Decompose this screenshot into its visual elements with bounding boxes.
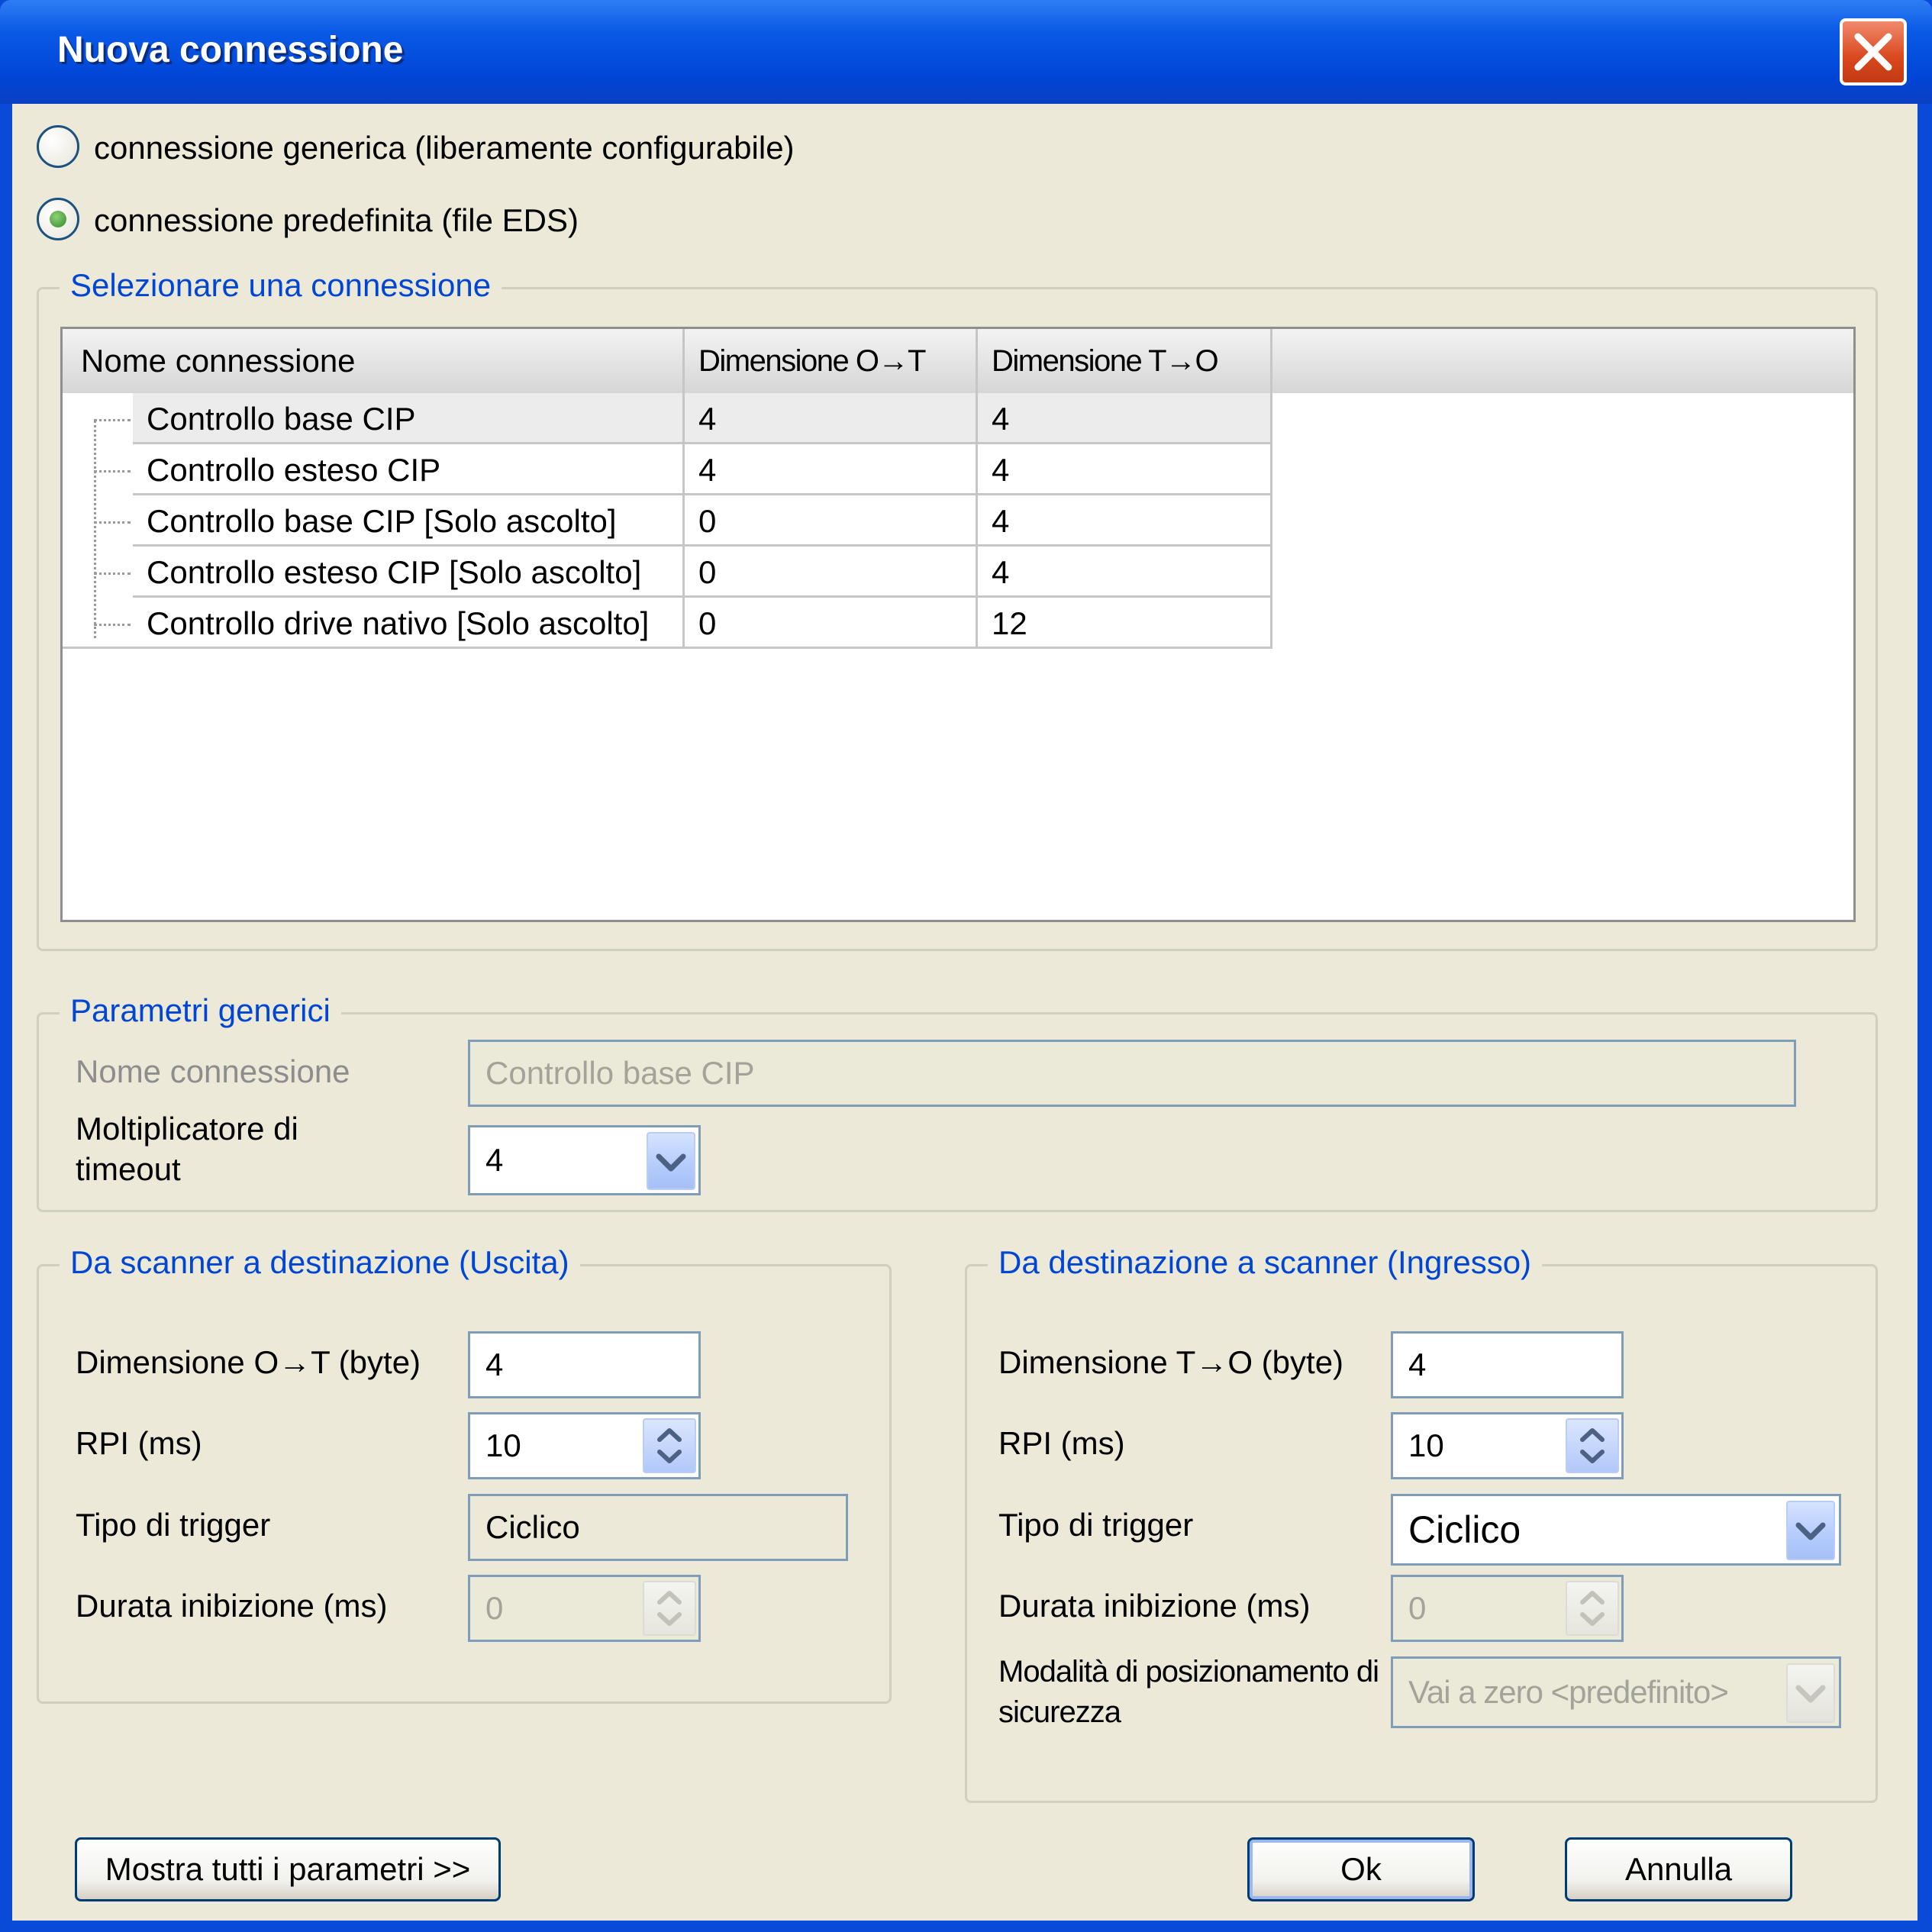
ot-size-cell: 0 — [685, 495, 978, 547]
output-rpi-spinner[interactable]: 10 — [468, 1412, 701, 1479]
output-rpi-spin-buttons[interactable] — [643, 1418, 696, 1473]
tree-branch — [94, 521, 131, 524]
input-inhibit-value: 0 — [1408, 1590, 1427, 1626]
connection-list[interactable]: Nome connessione Dimensione O→T (byte) D… — [60, 327, 1856, 922]
timeout-multiplier-select[interactable]: 4 — [468, 1125, 701, 1195]
spinner-arrows-icon — [1580, 1591, 1605, 1626]
show-all-parameters-button[interactable]: Mostra tutti i parametri >> — [75, 1837, 501, 1901]
fault-mode-value: Vai a zero <predefinito> — [1408, 1674, 1729, 1710]
radio-selected-dot — [50, 211, 66, 227]
to-size-field[interactable]: 4 — [1391, 1331, 1624, 1398]
tree-branch — [94, 419, 131, 421]
ot-size-cell: 0 — [685, 598, 978, 649]
trigger-dropdown-button[interactable] — [1786, 1501, 1835, 1560]
timeout-multiplier-label: Moltiplicatore di timeout — [76, 1111, 298, 1187]
connection-name-cell: Controllo esteso CIP — [133, 444, 685, 495]
connection-name-cell: Controllo drive nativo [Solo ascolto] — [133, 598, 685, 649]
tree-branch — [94, 470, 131, 473]
tree-branch — [94, 573, 131, 575]
output-inhibit-spinner: 0 — [468, 1575, 701, 1642]
output-inhibit-label: Durata inibizione (ms) — [76, 1588, 388, 1624]
output-inhibit-value: 0 — [485, 1590, 504, 1626]
input-rpi-spinner[interactable]: 10 — [1391, 1412, 1624, 1479]
spinner-arrows-icon — [657, 1428, 682, 1463]
to-size-cell: 4 — [978, 495, 1272, 547]
close-button[interactable] — [1840, 18, 1907, 85]
input-group-title: Da destinazione a scanner (Ingresso) — [988, 1244, 1543, 1281]
window-title: Nuova connessione — [57, 30, 404, 70]
input-rpi-spin-buttons[interactable] — [1566, 1418, 1619, 1473]
connection-name-label: Nome connessione — [76, 1053, 350, 1089]
column-header-name[interactable]: Nome connessione — [63, 329, 685, 393]
ot-size-field[interactable]: 4 — [468, 1331, 701, 1398]
ok-button[interactable]: Ok — [1247, 1837, 1475, 1901]
ot-size-cell: 0 — [685, 547, 978, 598]
connection-name-cell: Controllo base CIP — [133, 393, 685, 444]
input-trigger-value: Ciclico — [1408, 1508, 1521, 1551]
input-rpi-label: RPI (ms) — [998, 1425, 1125, 1461]
timeout-multiplier-value: 4 — [485, 1142, 504, 1178]
chevron-down-icon — [1795, 1685, 1826, 1703]
timeout-dropdown-button[interactable] — [647, 1132, 695, 1190]
generic-params-group-title: Parametri generici — [60, 992, 341, 1029]
fault-mode-label: Modalità di posizionamento di sicurezza — [998, 1655, 1379, 1729]
input-inhibit-label: Durata inibizione (ms) — [998, 1588, 1311, 1624]
column-header-ot-size[interactable]: Dimensione O→T (byte) — [685, 329, 978, 442]
to-size-label: Dimensione T→O (byte) — [998, 1344, 1344, 1380]
chevron-down-icon — [656, 1153, 686, 1172]
table-row[interactable]: Controllo esteso CIP 4 4 — [63, 444, 1272, 495]
input-trigger-label: Tipo di trigger — [998, 1507, 1194, 1543]
table-row[interactable]: Controllo base CIP 4 4 — [63, 393, 1272, 444]
connection-name-field: Controllo base CIP — [468, 1040, 1796, 1107]
fault-mode-select: Vai a zero <predefinito> — [1391, 1656, 1841, 1728]
output-rpi-value: 10 — [485, 1427, 521, 1463]
column-header-to-size[interactable]: Dimensione T→O (byte) — [978, 329, 1272, 442]
output-trigger-field: Ciclico — [468, 1494, 848, 1561]
cancel-button[interactable]: Annulla — [1565, 1837, 1792, 1901]
to-size-cell: 4 — [978, 393, 1272, 444]
generic-connection-label[interactable]: connessione generica (liberamente config… — [94, 130, 795, 166]
output-trigger-label: Tipo di trigger — [76, 1507, 271, 1543]
input-rpi-value: 10 — [1408, 1427, 1444, 1463]
output-inhibit-spin-buttons — [643, 1581, 696, 1636]
dialog-body: connessione generica (liberamente config… — [12, 104, 1917, 1921]
to-size-cell: 12 — [978, 598, 1272, 649]
connection-name-cell: Controllo base CIP [Solo ascolto] — [133, 495, 685, 547]
chevron-down-icon — [1795, 1522, 1826, 1540]
close-icon — [1854, 33, 1892, 71]
table-row[interactable]: Controllo esteso CIP [Solo ascolto] 0 4 — [63, 547, 1272, 598]
select-connection-group-title: Selezionare una connessione — [60, 267, 502, 304]
predefined-connection-radio[interactable] — [37, 198, 79, 240]
output-group — [37, 1264, 892, 1704]
table-row[interactable]: Controllo base CIP [Solo ascolto] 0 4 — [63, 495, 1272, 547]
generic-connection-radio[interactable] — [37, 125, 79, 168]
spinner-arrows-icon — [657, 1591, 682, 1626]
ot-size-cell: 4 — [685, 393, 978, 444]
dialog-window: Nuova connessione connessione generica (… — [0, 0, 1932, 1932]
spinner-arrows-icon — [1580, 1428, 1605, 1463]
fault-mode-dropdown-button — [1786, 1663, 1835, 1723]
list-header: Nome connessione Dimensione O→T (byte) D… — [63, 329, 1853, 442]
title-bar[interactable]: Nuova connessione — [0, 0, 1932, 104]
to-size-cell: 4 — [978, 547, 1272, 598]
input-inhibit-spin-buttons — [1566, 1581, 1619, 1636]
ot-size-cell: 4 — [685, 444, 978, 495]
output-group-title: Da scanner a destinazione (Uscita) — [60, 1244, 580, 1281]
connection-name-cell: Controllo esteso CIP [Solo ascolto] — [133, 547, 685, 598]
output-rpi-label: RPI (ms) — [76, 1425, 202, 1461]
ot-size-label: Dimensione O→T (byte) — [76, 1344, 421, 1380]
input-trigger-select[interactable]: Ciclico — [1391, 1494, 1841, 1566]
table-row[interactable]: Controllo drive nativo [Solo ascolto] 0 … — [63, 598, 1272, 649]
predefined-connection-label[interactable]: connessione predefinita (file EDS) — [94, 202, 579, 239]
to-size-cell: 4 — [978, 444, 1272, 495]
input-inhibit-spinner: 0 — [1391, 1575, 1624, 1642]
